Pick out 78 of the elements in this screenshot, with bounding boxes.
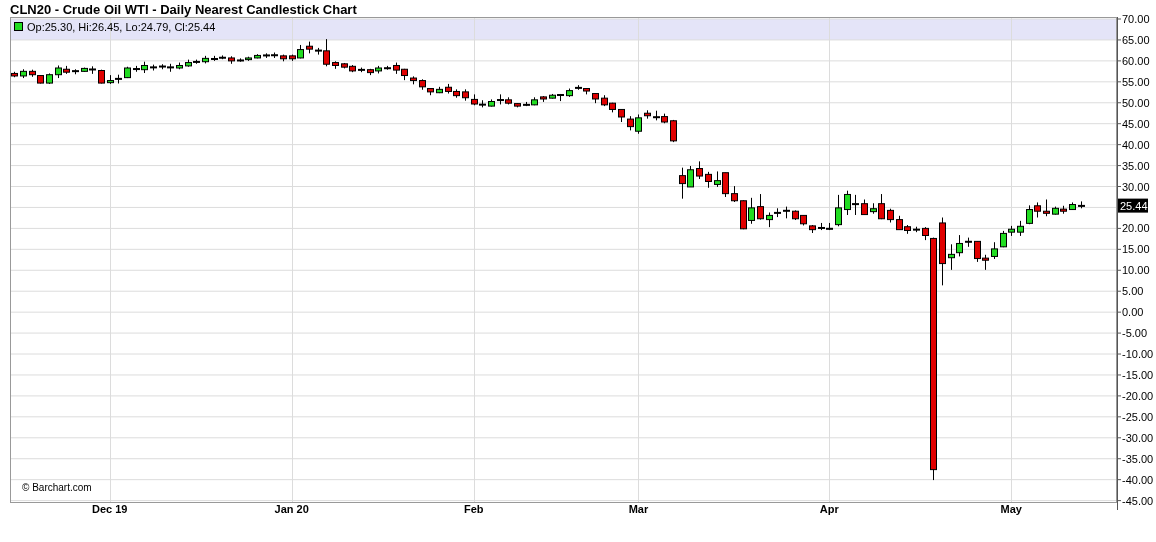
axis-label: Jan 20: [274, 503, 309, 515]
axis-label: Dec 19: [91, 503, 128, 515]
axis-label: 65.00: [1122, 33, 1150, 46]
axis-label: 55.00: [1122, 75, 1150, 88]
candlestick: [566, 88, 573, 98]
axis-label: -5.00: [1122, 327, 1148, 340]
candlestick: [98, 69, 105, 84]
candlestick: [861, 199, 868, 216]
axis-label: 30.00: [1122, 180, 1150, 193]
candlestick: [20, 68, 27, 79]
candlestick: [150, 64, 157, 71]
candlestick: [939, 217, 946, 286]
candlestick: [202, 55, 209, 64]
candlestick: [809, 224, 816, 234]
candlestick: [705, 171, 712, 189]
axis-label: 70.00: [1122, 13, 1150, 25]
candlestick: [124, 66, 131, 79]
axis-label: Feb: [464, 503, 484, 515]
axis-label: -30.00: [1122, 431, 1154, 444]
candlestick: [1069, 201, 1076, 211]
axis-label: Mar: [628, 503, 649, 515]
candlestick: [488, 98, 495, 108]
candlestick: [1078, 200, 1085, 209]
candlestick: [280, 54, 287, 62]
axis-label: -35.00: [1122, 452, 1154, 465]
axis-label: -25.00: [1122, 410, 1154, 423]
candlestick: [332, 60, 339, 70]
candlestick: [462, 88, 469, 102]
axis-label: -40.00: [1122, 473, 1154, 486]
axis-label: -45.00: [1122, 494, 1154, 507]
axis-label: -15.00: [1122, 368, 1154, 381]
candlestick: [358, 67, 365, 73]
candlestick: [835, 194, 842, 227]
axis-label: 50.00: [1122, 96, 1150, 109]
candlestick: [644, 109, 651, 120]
candlestick: [176, 62, 183, 70]
axis-label: 40.00: [1122, 138, 1150, 151]
candlestick: [46, 72, 53, 85]
candlestick: [72, 68, 79, 75]
axis-label: 15.00: [1122, 243, 1150, 256]
candlestick: [696, 160, 703, 180]
credit-text: © Barchart.com: [22, 482, 92, 493]
candlestick: [965, 237, 972, 248]
axis-label: 0.00: [1122, 306, 1144, 319]
candlestick: [1043, 199, 1050, 217]
candlestick: [1017, 220, 1024, 237]
candlestick: [757, 193, 764, 221]
candlestick: [384, 65, 391, 71]
candlestick: [11, 71, 18, 78]
axis-label: -10.00: [1122, 348, 1154, 361]
candlestick: [410, 75, 417, 85]
axis-label: May: [1000, 503, 1022, 515]
candlestick: [514, 102, 521, 108]
legend-text: Op:25.30, Hi:26.45, Lo:24.79, Cl:25.44: [27, 20, 216, 33]
axis-label: 10.00: [1122, 264, 1150, 277]
axis-label: -20.00: [1122, 389, 1154, 402]
chart-title: CLN20 - Crude Oil WTI - Daily Nearest Candlestick Chart: [10, 2, 357, 17]
legend-marker: [14, 22, 23, 31]
candlestick: [618, 108, 625, 123]
candlestick: [887, 208, 894, 224]
axis-label: 60.00: [1122, 54, 1150, 67]
candlestick: [731, 185, 738, 203]
axis-label: 20.00: [1122, 222, 1150, 235]
axis-label: 35.00: [1122, 159, 1150, 172]
candlestick: [991, 241, 998, 260]
candlestick: [670, 119, 677, 143]
axis-label: 5.00: [1122, 285, 1144, 298]
candlestick: [913, 226, 920, 233]
candlestick: [228, 55, 235, 65]
candlestick: [436, 86, 443, 94]
candlestick: [540, 95, 547, 103]
axis-label: Apr: [819, 503, 839, 515]
price-label: 25.44: [1118, 198, 1148, 213]
candlestick: [592, 93, 599, 104]
candlestick: [254, 53, 261, 59]
axis-label: 45.00: [1122, 117, 1150, 130]
candlestick: [783, 206, 790, 219]
candlestick: [306, 41, 313, 54]
